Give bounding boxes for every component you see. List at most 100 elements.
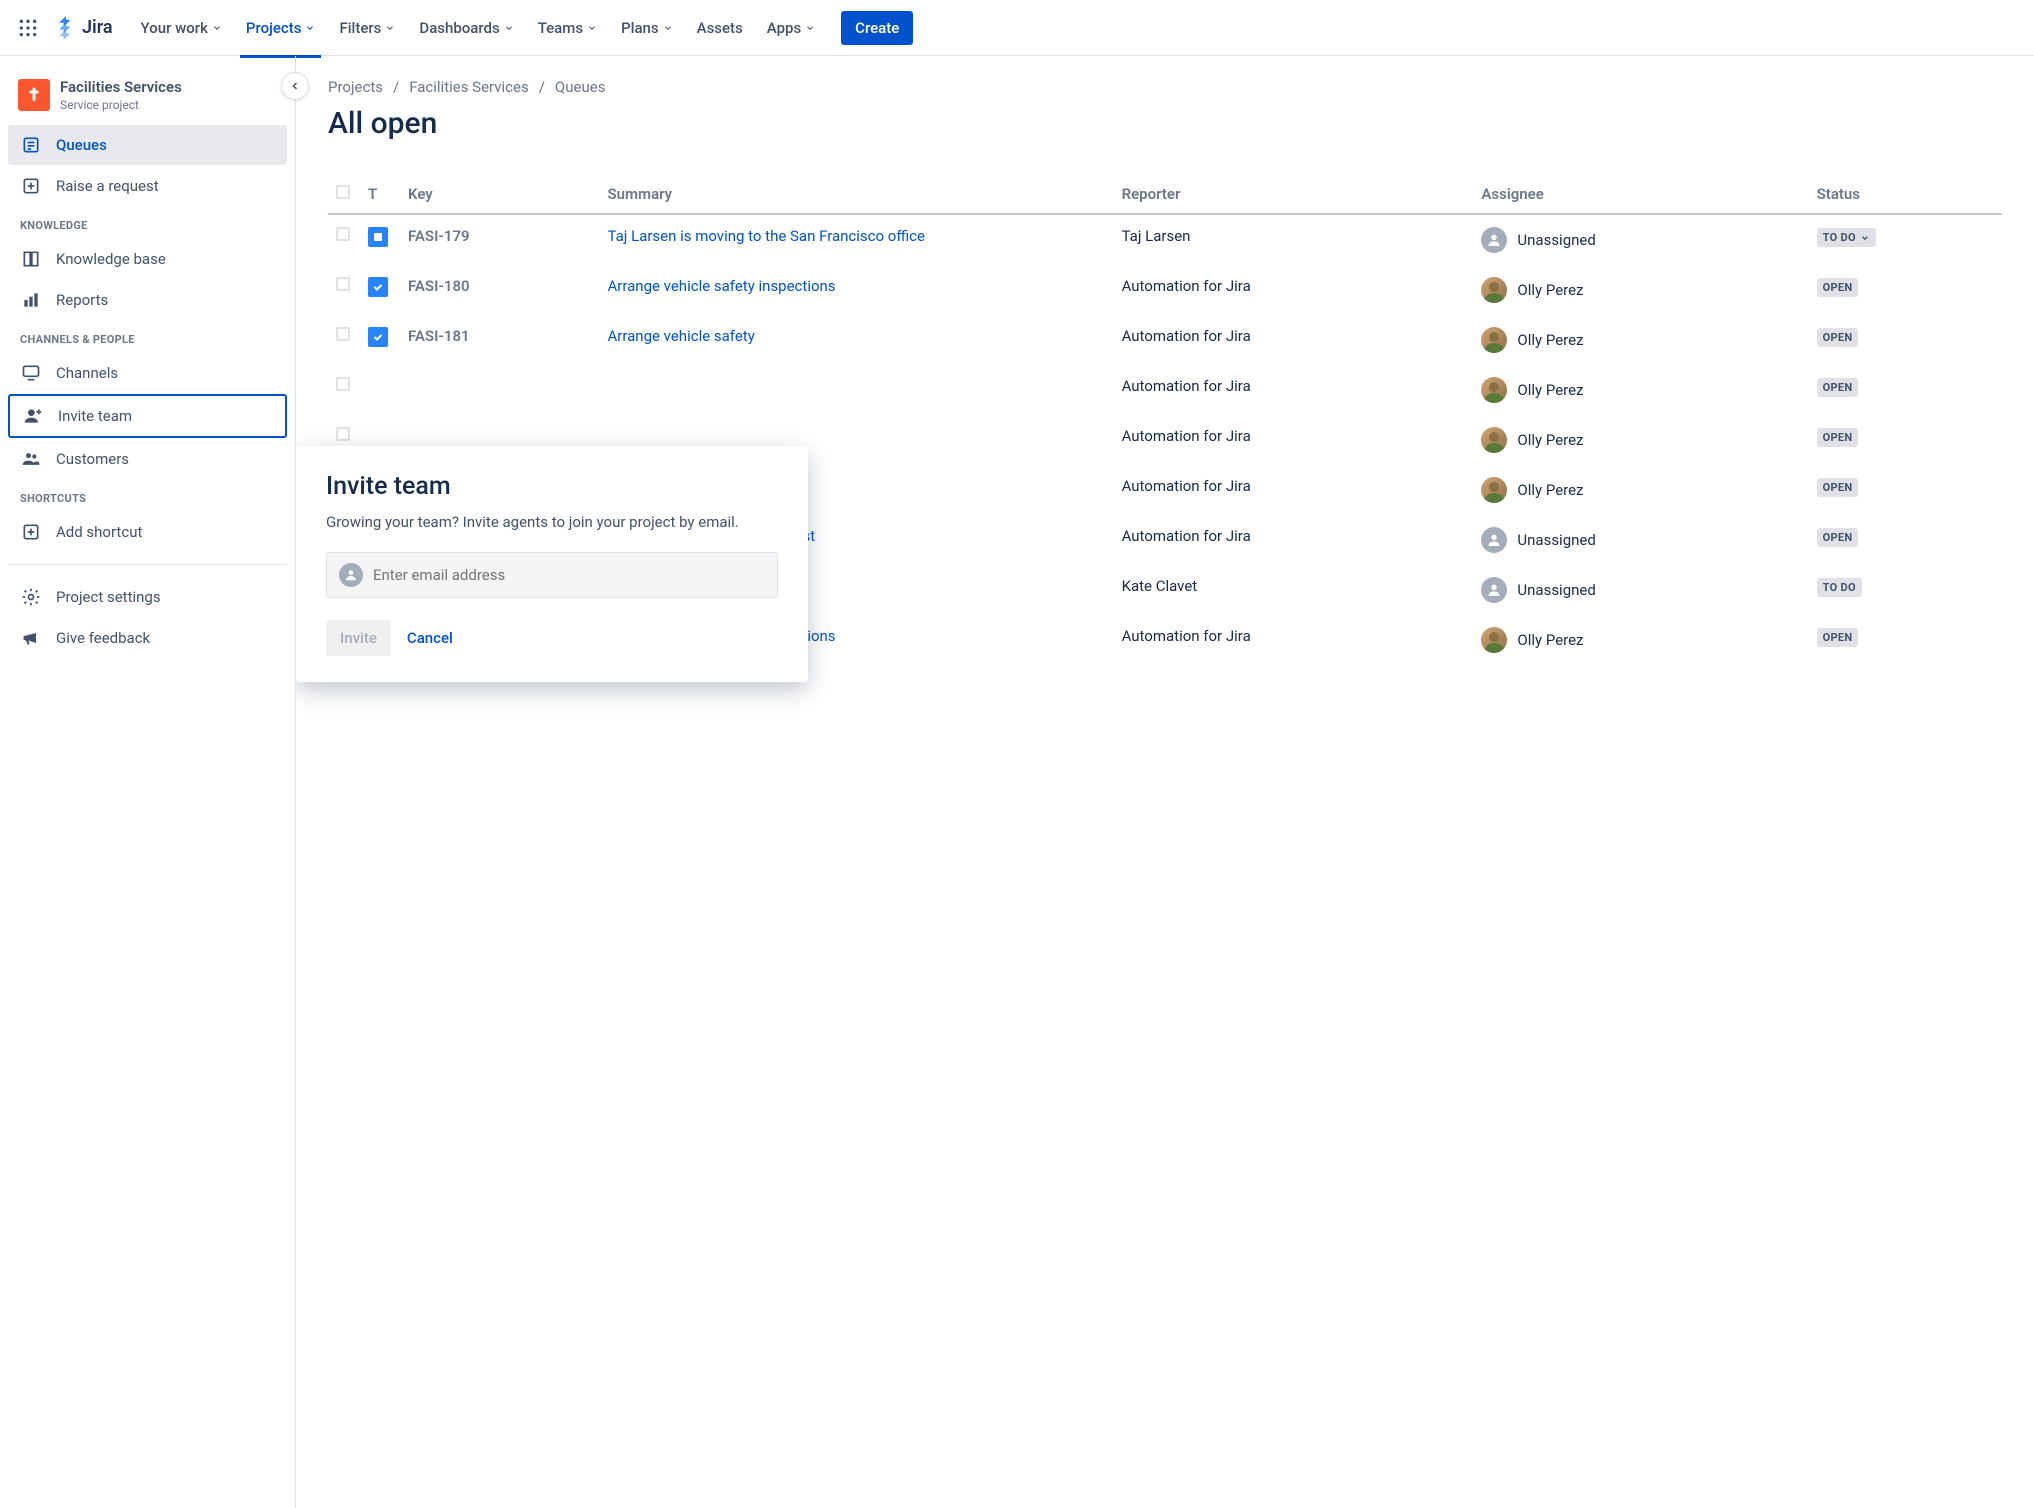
invite-button[interactable]: Invite <box>326 620 391 656</box>
assignee[interactable]: Unassigned <box>1481 527 1800 553</box>
breadcrumb-item[interactable]: Facilities Services <box>409 78 529 96</box>
column-header[interactable]: Assignee <box>1473 175 1808 214</box>
sidebar-item-invite-team[interactable]: Invite team <box>8 394 287 438</box>
sidebar-item-label: Add shortcut <box>56 523 142 541</box>
assignee[interactable]: Unassigned <box>1481 577 1800 603</box>
sidebar-item-queues[interactable]: Queues <box>8 125 287 165</box>
row-checkbox[interactable] <box>336 427 350 441</box>
issue-summary[interactable]: Arrange vehicle safety <box>599 315 1113 365</box>
assignee[interactable]: Olly Perez <box>1481 477 1800 503</box>
sidebar-item-give-feedback[interactable]: Give feedback <box>8 618 287 658</box>
megaphone-icon <box>20 627 42 649</box>
status-badge[interactable]: OPEN <box>1817 628 1859 647</box>
row-checkbox[interactable] <box>336 377 350 391</box>
top-nav: Jira Your workProjectsFiltersDashboardsT… <box>0 0 2034 56</box>
status-badge[interactable]: OPEN <box>1817 278 1859 297</box>
sidebar-item-add-shortcut[interactable]: Add shortcut <box>8 512 287 552</box>
queue-icon <box>20 134 42 156</box>
reporter: Automation for Jira <box>1114 415 1474 465</box>
row-checkbox[interactable] <box>336 327 350 341</box>
status-badge[interactable]: TO DO <box>1817 578 1862 597</box>
nav-item-plans[interactable]: Plans <box>611 11 683 45</box>
reporter: Taj Larsen <box>1114 214 1474 265</box>
nav-item-assets[interactable]: Assets <box>687 11 753 45</box>
dialog-title: Invite team <box>326 472 778 501</box>
create-button[interactable]: Create <box>841 11 913 45</box>
column-header[interactable]: T <box>360 175 400 214</box>
sidebar-item-project-settings[interactable]: Project settings <box>8 577 287 617</box>
gear-icon <box>20 586 42 608</box>
breadcrumb-item[interactable]: Projects <box>328 78 383 96</box>
nav-item-filters[interactable]: Filters <box>329 11 405 45</box>
reporter: Kate Clavet <box>1114 565 1474 615</box>
issue-summary[interactable]: Arrange vehicle safety inspections <box>599 265 1113 315</box>
issue-key[interactable] <box>400 365 599 415</box>
assignee[interactable]: Olly Perez <box>1481 277 1800 303</box>
avatar <box>1481 477 1507 503</box>
avatar <box>1481 227 1507 253</box>
assignee[interactable]: Olly Perez <box>1481 427 1800 453</box>
row-checkbox[interactable] <box>336 277 350 291</box>
breadcrumb-item[interactable]: Queues <box>555 78 606 96</box>
sidebar-item-knowledge-base[interactable]: Knowledge base <box>8 239 287 279</box>
column-header[interactable]: Summary <box>599 175 1113 214</box>
issue-key[interactable]: FASI-179 <box>400 214 599 265</box>
nav-item-teams[interactable]: Teams <box>528 11 607 45</box>
issue-summary[interactable] <box>599 365 1113 415</box>
row-checkbox[interactable] <box>336 227 350 241</box>
main-content: Projects/Facilities Services/Queues All … <box>296 56 2034 1508</box>
monitor-icon <box>20 362 42 384</box>
dialog-description: Growing your team? Invite agents to join… <box>326 511 778 534</box>
product-name: Jira <box>82 17 113 38</box>
sidebar-item-label: Channels <box>56 364 118 382</box>
sidebar-section-label: CHANNELS & PEOPLE <box>8 321 287 352</box>
column-header[interactable]: Key <box>400 175 599 214</box>
status-badge[interactable]: OPEN <box>1817 528 1859 547</box>
select-all-checkbox[interactable] <box>336 185 350 199</box>
assignee[interactable]: Olly Perez <box>1481 327 1800 353</box>
people-icon <box>20 448 42 470</box>
table-row: FASI-181Arrange vehicle safetyAutomation… <box>328 315 2002 365</box>
email-input-wrapper[interactable] <box>326 552 778 598</box>
reporter: Automation for Jira <box>1114 615 1474 665</box>
sidebar-section-label: KNOWLEDGE <box>8 207 287 238</box>
reporter: Automation for Jira <box>1114 315 1474 365</box>
email-input[interactable] <box>373 566 765 584</box>
nav-item-your-work[interactable]: Your work <box>131 11 232 45</box>
nav-item-projects[interactable]: Projects <box>236 11 326 45</box>
sidebar-item-customers[interactable]: Customers <box>8 439 287 479</box>
app-switcher-icon[interactable] <box>12 12 44 44</box>
sidebar-item-channels[interactable]: Channels <box>8 353 287 393</box>
nav-item-dashboards[interactable]: Dashboards <box>409 11 523 45</box>
status-badge[interactable]: OPEN <box>1817 328 1859 347</box>
nav-items: Your workProjectsFiltersDashboardsTeamsP… <box>131 11 826 45</box>
invite-icon <box>22 405 44 427</box>
status-badge[interactable]: TO DO <box>1817 228 1876 247</box>
task-icon <box>368 327 388 347</box>
invite-team-dialog: Invite team Growing your team? Invite ag… <box>296 446 808 682</box>
column-header[interactable]: Status <box>1809 175 2002 214</box>
sidebar-item-raise-a-request[interactable]: Raise a request <box>8 166 287 206</box>
sidebar-item-label: Raise a request <box>56 177 159 195</box>
issue-key[interactable]: FASI-180 <box>400 265 599 315</box>
jira-logo[interactable]: Jira <box>48 16 119 40</box>
status-badge[interactable]: OPEN <box>1817 378 1859 397</box>
issue-key[interactable]: FASI-181 <box>400 315 599 365</box>
cancel-button[interactable]: Cancel <box>407 629 453 647</box>
raise-icon <box>20 175 42 197</box>
assignee[interactable]: Olly Perez <box>1481 377 1800 403</box>
sidebar-item-label: Knowledge base <box>56 250 166 268</box>
nav-item-apps[interactable]: Apps <box>757 11 825 45</box>
assignee[interactable]: Unassigned <box>1481 227 1800 253</box>
project-header[interactable]: Facilities Services Service project <box>8 72 287 124</box>
status-badge[interactable]: OPEN <box>1817 478 1859 497</box>
assignee[interactable]: Olly Perez <box>1481 627 1800 653</box>
avatar <box>1481 527 1507 553</box>
reporter: Automation for Jira <box>1114 265 1474 315</box>
sidebar-item-reports[interactable]: Reports <box>8 280 287 320</box>
column-header[interactable]: Reporter <box>1114 175 1474 214</box>
column-header[interactable] <box>328 175 360 214</box>
status-badge[interactable]: OPEN <box>1817 428 1859 447</box>
issue-summary[interactable]: Taj Larsen is moving to the San Francisc… <box>599 214 1113 265</box>
sidebar-item-label: Queues <box>56 136 107 154</box>
